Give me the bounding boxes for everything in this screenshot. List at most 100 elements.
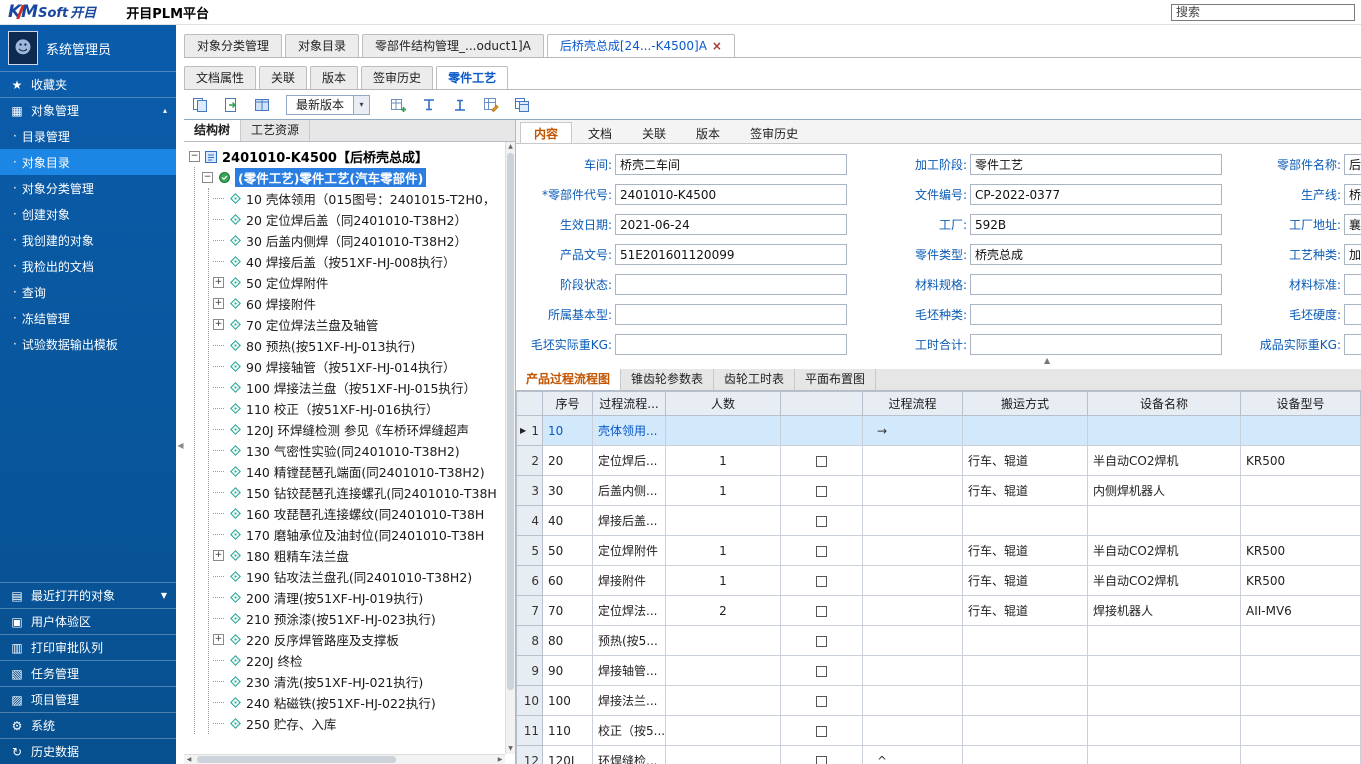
scroll-up-icon[interactable]: ▲ (506, 142, 515, 152)
cell-flow[interactable] (863, 506, 963, 536)
field-input[interactable] (1344, 334, 1361, 355)
cell-equipment[interactable] (1088, 626, 1241, 656)
doc-tab-2[interactable]: 对象目录 (285, 34, 359, 57)
cell-card[interactable]: 定位焊后... (593, 446, 666, 476)
cell-seq[interactable]: 120J (543, 746, 593, 764)
cell-people[interactable]: 1 (666, 446, 781, 476)
sidebar-section-1[interactable]: ▤最近打开的对象▼ (0, 582, 176, 608)
cell-card[interactable]: 焊接轴管... (593, 656, 666, 686)
cell-seq[interactable]: 40 (543, 506, 593, 536)
grid-tab-3[interactable]: 齿轮工时表 (714, 369, 795, 390)
field-input[interactable] (1344, 304, 1361, 325)
cell-seq[interactable]: 60 (543, 566, 593, 596)
add-table-icon[interactable] (388, 95, 408, 115)
cell-model[interactable] (1241, 746, 1361, 764)
cell-seq[interactable]: 70 (543, 596, 593, 626)
grid-tab-1[interactable]: 产品过程流程图 (516, 369, 621, 390)
tree-node[interactable]: 100 焊接法兰盘（按51XF-HJ-015执行） (213, 377, 501, 398)
summarize-top-icon[interactable] (419, 95, 439, 115)
library-icon[interactable] (252, 95, 272, 115)
cell-people[interactable] (666, 746, 781, 764)
column-header[interactable]: 设备型号 (1241, 392, 1361, 416)
cell-check[interactable] (781, 716, 863, 746)
detail-tab-2[interactable]: 文档 (574, 122, 626, 143)
sub-tab-2[interactable]: 关联 (259, 66, 307, 89)
copy-document-icon[interactable] (190, 95, 210, 115)
cell-transport[interactable]: 行车、辊道 (963, 446, 1088, 476)
sidebar-item-3[interactable]: ·对象分类管理 (0, 175, 176, 201)
tree-node[interactable]: +70 定位焊法兰盘及轴管 (213, 314, 501, 335)
scrollbar-thumb[interactable] (197, 756, 396, 763)
cell-transport[interactable] (963, 626, 1088, 656)
cell-check[interactable] (781, 506, 863, 536)
cell-flow[interactable] (863, 476, 963, 506)
cell-card[interactable]: 壳体领用... (593, 416, 666, 446)
field-input[interactable] (1344, 244, 1361, 265)
field-input[interactable] (1344, 154, 1361, 175)
search-input[interactable] (1171, 4, 1355, 21)
cell-flow[interactable] (863, 626, 963, 656)
field-input[interactable] (615, 274, 847, 295)
cell-seq[interactable]: 20 (543, 446, 593, 476)
tree-process-node[interactable]: − (零件工艺)零件工艺(汽车零部件) (202, 167, 501, 188)
cell-equipment[interactable] (1088, 656, 1241, 686)
cell-card[interactable]: 定位焊法... (593, 596, 666, 626)
cell-check[interactable] (781, 536, 863, 566)
cell-seq[interactable]: 100 (543, 686, 593, 716)
cell-people[interactable] (666, 626, 781, 656)
field-input[interactable] (1344, 184, 1361, 205)
table-row[interactable]: 880预热(按5... (517, 626, 1361, 656)
scroll-down-icon[interactable]: ▼ (506, 744, 515, 754)
cell-model[interactable] (1241, 416, 1361, 446)
table-row[interactable]: 660焊接附件1行车、辊道半自动CO2焊机KR500 (517, 566, 1361, 596)
collapse-icon[interactable]: − (202, 172, 213, 183)
tree-node[interactable]: 160 攻琵琶孔连接螺纹(同2401010-T38H (213, 503, 501, 524)
cell-model[interactable]: AII-MV6 (1241, 596, 1361, 626)
cell-equipment[interactable] (1088, 746, 1241, 764)
cell-equipment[interactable]: 内侧焊机器人 (1088, 476, 1241, 506)
doc-tab-4[interactable]: 后桥壳总成[24...-K4500]A× (547, 34, 735, 57)
cell-people[interactable]: 1 (666, 566, 781, 596)
cell-equipment[interactable] (1088, 686, 1241, 716)
cell-model[interactable] (1241, 506, 1361, 536)
field-input[interactable] (970, 274, 1222, 295)
field-input[interactable] (970, 244, 1222, 265)
scroll-left-icon[interactable]: ◀ (184, 755, 194, 764)
cell-card[interactable]: 预热(按5... (593, 626, 666, 656)
checkbox[interactable] (816, 666, 827, 677)
field-input[interactable] (1344, 274, 1361, 295)
field-input[interactable] (970, 214, 1222, 235)
sidebar-item-favorites[interactable]: ★ 收藏夹 (0, 71, 176, 97)
cell-transport[interactable]: 行车、辊道 (963, 566, 1088, 596)
cell-transport[interactable] (963, 416, 1088, 446)
cell-people[interactable] (666, 416, 781, 446)
version-dropdown[interactable]: 最新版本 ▾ (286, 95, 370, 115)
cell-seq[interactable]: 30 (543, 476, 593, 506)
field-input[interactable] (615, 244, 847, 265)
detail-tab-1[interactable]: 内容 (520, 122, 572, 143)
expand-icon[interactable]: + (213, 298, 224, 309)
cell-transport[interactable] (963, 686, 1088, 716)
sidebar-section-4[interactable]: ▧任务管理 (0, 660, 176, 686)
tree-node[interactable]: 120J 环焊缝检测 参见《车桥环焊缝超声 (213, 419, 501, 440)
cell-people[interactable]: 1 (666, 536, 781, 566)
copy-table-icon[interactable] (512, 95, 532, 115)
section-collapse-icon[interactable]: ▴ (163, 106, 167, 115)
cell-people[interactable]: 2 (666, 596, 781, 626)
tree-node[interactable]: +220 反序焊管路座及支撑板 (213, 629, 501, 650)
cell-equipment[interactable]: 半自动CO2焊机 (1088, 536, 1241, 566)
tree-node[interactable]: 30 后盖内侧焊（同2401010-T38H2） (213, 230, 501, 251)
cell-flow[interactable] (863, 716, 963, 746)
tree-node[interactable]: 130 气密性实验(同2401010-T38H2) (213, 440, 501, 461)
checkbox[interactable] (816, 696, 827, 707)
sidebar-section-2[interactable]: ▣用户体验区 (0, 608, 176, 634)
edit-table-icon[interactable] (481, 95, 501, 115)
column-header[interactable]: 序号 (543, 392, 593, 416)
tree-node[interactable]: 40 焊接后盖（按51XF-HJ-008执行） (213, 251, 501, 272)
cell-seq[interactable]: 50 (543, 536, 593, 566)
cell-model[interactable] (1241, 686, 1361, 716)
collapse-icon[interactable]: − (189, 151, 200, 162)
expand-icon[interactable]: + (213, 634, 224, 645)
tree-horizontal-scrollbar[interactable]: ◀ ▶ (184, 754, 505, 764)
cell-check[interactable] (781, 656, 863, 686)
